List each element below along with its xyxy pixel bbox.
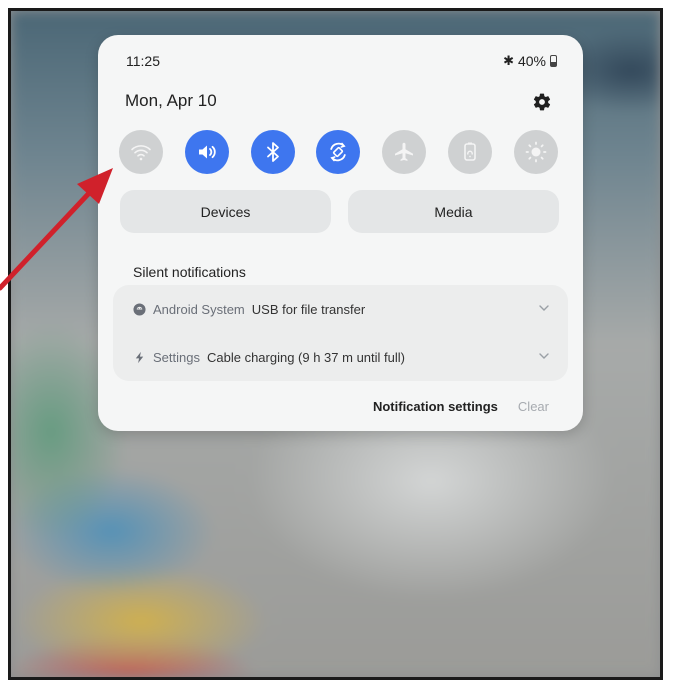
power-saving-toggle[interactable]	[448, 130, 492, 174]
battery-icon	[550, 55, 557, 67]
battery-percent: 40%	[517, 53, 546, 69]
devices-button[interactable]: Devices	[120, 190, 331, 233]
screenshot-frame: 11:25 ✱ 40% Mon, Apr 10 Devices Media Si…	[8, 8, 663, 680]
brightness-icon	[525, 141, 547, 163]
gear-icon[interactable]	[532, 92, 552, 112]
chevron-down-icon[interactable]	[538, 350, 550, 362]
bluetooth-icon	[267, 142, 279, 162]
notification-text: Cable charging (9 h 37 m until full)	[206, 349, 405, 365]
auto-rotate-icon	[330, 142, 346, 162]
notification-settings-button[interactable]: Notification settings	[373, 399, 498, 414]
bluetooth-toggle[interactable]	[251, 130, 295, 174]
notification-footer: Notification settings Clear	[373, 399, 549, 414]
status-indicators: ✱ 40%	[503, 53, 557, 69]
quick-toggles-row	[119, 130, 559, 176]
lightning-icon	[133, 351, 146, 364]
wifi-icon	[131, 145, 151, 161]
notification-app-name: Android System	[153, 301, 245, 317]
notification-charging[interactable]: Settings Cable charging (9 h 37 m until …	[133, 333, 550, 381]
chevron-down-icon[interactable]	[538, 302, 550, 314]
notification-app-name: Settings	[153, 349, 200, 365]
android-system-icon	[133, 302, 146, 316]
silent-notifications-title: Silent notifications	[133, 264, 246, 280]
date-label: Mon, Apr 10	[125, 91, 217, 110]
media-button[interactable]: Media	[348, 190, 559, 233]
bluetooth-status-icon: ✱	[503, 53, 514, 68]
clock: 11:25	[126, 53, 160, 69]
notification-text: USB for file transfer	[251, 301, 366, 317]
sound-icon	[199, 145, 216, 159]
clear-button[interactable]: Clear	[518, 399, 549, 414]
airplane-toggle[interactable]	[382, 130, 426, 174]
wifi-toggle[interactable]	[119, 130, 163, 174]
airplane-icon	[395, 142, 413, 161]
notification-usb[interactable]: Android System USB for file transfer	[133, 285, 550, 333]
auto-rotate-toggle[interactable]	[316, 130, 360, 174]
status-bar: 11:25 ✱ 40%	[126, 53, 557, 73]
notifications-card: Android System USB for file transfer Set…	[113, 285, 568, 381]
power-saving-icon	[464, 142, 476, 161]
sound-toggle[interactable]	[185, 130, 229, 174]
quick-panel: 11:25 ✱ 40% Mon, Apr 10 Devices Media Si…	[98, 35, 583, 431]
brightness-toggle[interactable]	[514, 130, 558, 174]
